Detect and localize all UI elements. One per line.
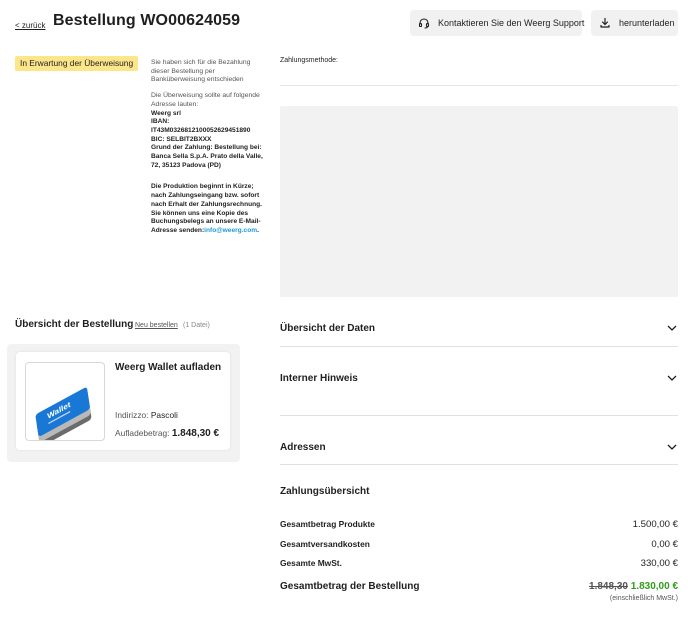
summary-value-vat: 330,00 € <box>640 558 678 569</box>
order-total: 1.848,30 1.830,00 € <box>589 581 678 592</box>
amount-label: Aufladebetrag: <box>115 428 172 438</box>
iban-value: IT43M0326812100052629451890 <box>151 126 251 134</box>
copy-note: Sie können uns eine Kopie des Buchungsbe… <box>151 210 269 236</box>
order-total-old: 1.848,30 <box>589 581 628 592</box>
address-label: Indirizzo: <box>115 410 151 420</box>
download-button[interactable]: herunterladen <box>591 10 678 36</box>
summary-label-vat: Gesamte MwSt. <box>280 558 342 568</box>
order-total-new: 1.830,00 € <box>630 581 678 592</box>
payment-method-panel <box>280 106 678 297</box>
divider <box>280 464 678 465</box>
production-note: Die Produktion beginnt in Kürze; nach Za… <box>151 183 263 208</box>
page-header: < zurück Bestellung WO00624059 Kontaktie… <box>15 10 678 38</box>
chevron-down-icon[interactable] <box>667 374 677 382</box>
bank-details: Die Überweisung sollte auf folgende Adre… <box>151 92 269 170</box>
page-title: Bestellung WO00624059 <box>53 12 241 29</box>
accordion-internal-note[interactable]: Interner Hinweis <box>280 373 358 384</box>
order-overview-title: Übersicht der Bestellung <box>15 319 134 330</box>
summary-label-shipping: Gesamtversandkosten <box>280 539 370 549</box>
product-name: Weerg Wallet aufladen <box>115 362 222 373</box>
company-name: Weerg srl <box>151 109 181 117</box>
address-intro: Die Überweisung sollte auf folgende Adre… <box>151 92 260 108</box>
chevron-down-icon[interactable] <box>667 324 677 332</box>
email-link[interactable]: info@weerg.com <box>204 227 257 234</box>
amount-value: 1.848,30 € <box>171 428 220 439</box>
back-link[interactable]: < zurück <box>15 21 45 30</box>
iban-label: IBAN: <box>151 118 170 126</box>
download-label: herunterladen <box>619 18 675 28</box>
divider <box>280 346 678 347</box>
bic-value: BIC: SELBIT2BXXX <box>151 135 212 143</box>
contact-support-label: Kontaktieren Sie den Weerg Support <box>438 18 585 28</box>
chevron-down-icon[interactable] <box>667 443 677 451</box>
contact-support-button[interactable]: Kontaktieren Sie den Weerg Support <box>410 10 585 36</box>
product-thumbnail: Wallet <box>25 362 105 441</box>
divider <box>280 415 678 416</box>
bank-transfer-instructions: Sie haben sich für die Bezahlung dieser … <box>151 59 269 236</box>
payment-reason: Grund der Zahlung: Bestellung bei: Banca… <box>151 144 263 169</box>
product-amount: Aufladebetrag: 1.848,30 € <box>115 428 219 439</box>
payment-method-label: Zahlungsmethode: <box>280 57 338 64</box>
summary-label-products: Gesamtbetrag Produkte <box>280 519 375 529</box>
file-count: (1 Datei) <box>183 322 210 329</box>
wallet-card-icon: Wallet <box>35 387 92 440</box>
summary-value-products: 1.500,00 € <box>632 519 678 530</box>
address-value: Pascoli <box>150 410 178 420</box>
status-badge: In Erwartung der Überweisung <box>15 56 139 71</box>
reorder-link[interactable]: Neu bestellen <box>135 322 178 329</box>
accordion-addresses[interactable]: Adressen <box>280 442 326 453</box>
copy-note-suffix: . <box>257 226 259 234</box>
download-icon <box>600 17 610 28</box>
headset-icon <box>418 18 430 29</box>
vat-note: (einschließlich MwSt.) <box>609 595 678 602</box>
divider <box>280 85 678 86</box>
summary-value-shipping: 0,00 € <box>651 539 678 550</box>
payment-summary-title: Zahlungsübersicht <box>280 486 370 497</box>
instructions-intro: Sie haben sich für die Bezahlung dieser … <box>151 59 251 84</box>
order-total-label: Gesamtbetrag der Bestellung <box>280 581 420 592</box>
product-address: Indirizzo: Pascoli <box>115 410 178 420</box>
accordion-data-overview[interactable]: Übersicht der Daten <box>280 323 375 334</box>
